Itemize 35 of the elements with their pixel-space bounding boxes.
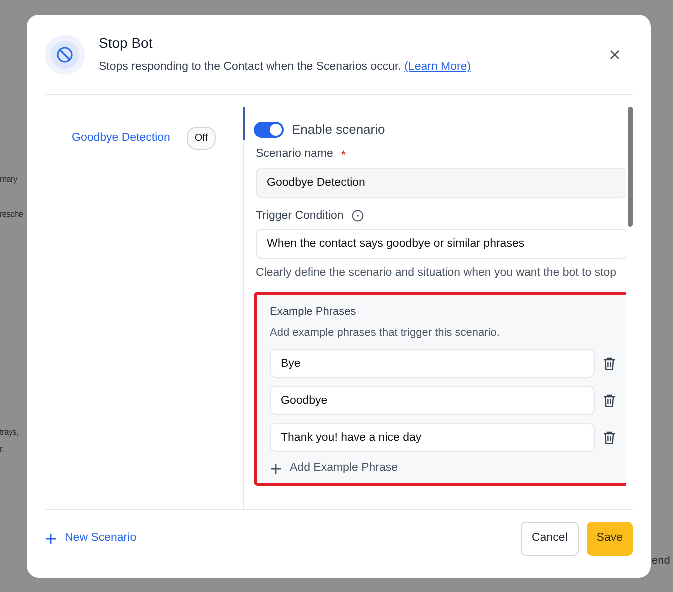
trigger-condition-field[interactable]: When the contact says goodbye or similar phrases [256, 229, 626, 259]
toggle-label: Enable scenario [292, 121, 386, 140]
scenario-item[interactable]: Goodbye Detection Off [72, 127, 243, 150]
section-description: Add example phrases that trigger this scenario. [270, 326, 501, 341]
dialog-title: Stop Bot [99, 34, 154, 53]
field-label: Scenario name [256, 146, 334, 162]
background-text: resche [0, 208, 24, 221]
background-text: trays, [0, 426, 18, 439]
trash-icon[interactable] [603, 356, 616, 371]
field-label: Trigger Condition [256, 208, 344, 224]
background-text: mary [0, 173, 18, 186]
info-icon[interactable] [352, 210, 364, 222]
trash-icon[interactable] [603, 430, 616, 445]
dialog-description: Stops responding to the Contact when the Scenarios occur. [99, 61, 402, 73]
plus-icon [45, 532, 57, 545]
trash-icon[interactable] [603, 394, 616, 408]
new-scenario-button[interactable]: New Scenario [45, 530, 137, 548]
close-icon[interactable] [609, 48, 621, 61]
cancel-button[interactable]: Cancel [520, 522, 579, 556]
background-text: r. [0, 443, 4, 456]
add-phrase-button[interactable]: Add Example Phrase [270, 460, 398, 478]
learn-more-link[interactable]: (Learn More) [404, 61, 472, 73]
phrase-field[interactable]: Bye [270, 349, 595, 378]
phrase-field[interactable]: Goodbye [270, 386, 595, 416]
scenario-name-field[interactable]: Goodbye Detection [256, 168, 626, 198]
status-badge: Off [186, 127, 216, 150]
required-mark: * [341, 146, 346, 164]
plus-icon [270, 462, 282, 475]
stop-icon [45, 34, 85, 75]
toggle-switch[interactable] [254, 122, 284, 138]
save-button[interactable]: Save [586, 522, 633, 556]
background-text: end [652, 554, 670, 569]
field-hint: Clearly define the scenario and situation when you want the bot to stop [256, 266, 618, 281]
phrase-field[interactable]: Thank you! have a nice day [270, 423, 595, 452]
section-title: Example Phrases [270, 305, 358, 320]
